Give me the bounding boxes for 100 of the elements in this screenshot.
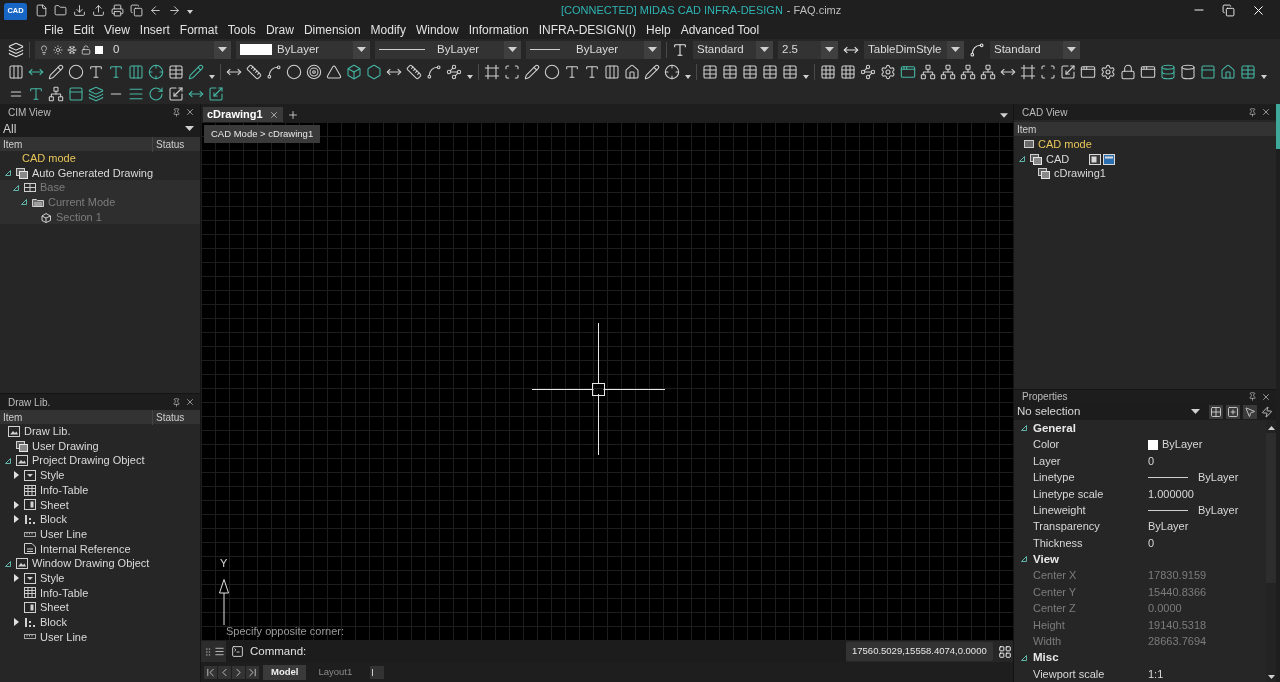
ruler-icon[interactable] (406, 63, 422, 80)
expanded-arrow-icon[interactable] (1020, 654, 1027, 661)
menu-icon[interactable] (213, 646, 225, 657)
menu-item[interactable]: Help (641, 20, 676, 39)
tree-item[interactable]: Draw Lib. (24, 424, 71, 440)
tree-item[interactable]: CAD mode (22, 151, 76, 167)
curve-icon[interactable] (969, 41, 985, 58)
collapsed-arrow-icon[interactable] (13, 471, 19, 480)
window-icon[interactable] (1089, 153, 1102, 165)
plus-square-icon[interactable] (1226, 404, 1240, 419)
tree-item[interactable]: Style (40, 467, 65, 484)
tree-item[interactable]: Info-Table (40, 584, 89, 602)
layer-dropdown[interactable]: 0 (35, 40, 231, 59)
menu-item[interactable]: Modify (365, 20, 411, 39)
table-icon[interactable] (782, 63, 798, 80)
caret-icon[interactable] (218, 47, 227, 52)
layers-icon[interactable] (8, 41, 24, 58)
sun-icon[interactable] (53, 44, 63, 55)
expanded-arrow-icon[interactable] (1020, 425, 1027, 432)
pin-icon[interactable] (1248, 392, 1257, 401)
target-icon[interactable] (306, 63, 322, 80)
corner-brackets-icon[interactable] (1040, 63, 1056, 80)
expanded-arrow-icon[interactable] (5, 170, 11, 177)
pin-icon[interactable] (172, 397, 181, 407)
scrollbar-thumb[interactable] (1276, 104, 1280, 149)
collapsed-arrow-icon[interactable] (13, 500, 19, 509)
network-icon[interactable] (920, 63, 936, 80)
grid-icon[interactable] (1209, 404, 1223, 419)
caret-icon[interactable] (648, 47, 657, 52)
overflow-caret-icon[interactable] (803, 74, 809, 79)
table-icon[interactable] (168, 63, 184, 80)
tab-stub-icon[interactable] (370, 665, 385, 679)
menu-item[interactable]: INFRA-DESIGN(I) (533, 20, 641, 39)
next-icon[interactable] (232, 665, 245, 679)
columns-icon[interactable] (8, 63, 24, 80)
caret-icon[interactable] (187, 10, 193, 14)
pin-icon[interactable] (1248, 107, 1257, 117)
columns-icon[interactable] (128, 63, 144, 80)
folder-icon[interactable] (54, 3, 67, 17)
circle-icon[interactable] (544, 63, 560, 80)
table-icon[interactable] (762, 63, 778, 80)
upload-icon[interactable] (92, 3, 105, 17)
nodes-icon[interactable] (860, 63, 876, 80)
collapsed-arrow-icon[interactable] (13, 618, 19, 627)
hash-icon[interactable] (484, 63, 500, 80)
collapsed-arrow-icon[interactable] (13, 574, 19, 583)
curve-icon[interactable] (266, 63, 282, 80)
linetype-dropdown[interactable]: ByLayer (375, 40, 521, 59)
curve-icon[interactable] (426, 63, 442, 80)
caret-icon[interactable] (951, 47, 960, 52)
pencil-icon[interactable] (524, 63, 540, 80)
resize-icon[interactable] (208, 85, 224, 102)
layers-icon[interactable] (88, 85, 104, 102)
resize-icon[interactable] (168, 85, 184, 102)
columns-icon[interactable] (604, 63, 620, 80)
tree-item[interactable]: User Line (40, 628, 88, 646)
ruler-icon[interactable] (246, 63, 262, 80)
menu-item[interactable]: Advanced Tool (675, 20, 765, 39)
grid-icon[interactable] (840, 63, 856, 80)
tree-item[interactable]: Block (40, 511, 67, 528)
unlocked-icon[interactable] (81, 44, 91, 55)
multileader-style-dropdown[interactable]: Standard (990, 40, 1080, 59)
tree-item[interactable]: Project Drawing Object (32, 452, 145, 469)
caret-icon[interactable] (1191, 409, 1200, 414)
scroll-up-icon[interactable] (1267, 426, 1275, 430)
hash-icon[interactable] (1020, 63, 1036, 80)
caret-icon[interactable] (1067, 47, 1076, 52)
dim-style-dropdown[interactable]: TableDimStyle (864, 40, 964, 59)
network-icon[interactable] (960, 63, 976, 80)
pencil-icon[interactable] (48, 63, 64, 80)
menu-item[interactable]: View (99, 20, 135, 39)
corner-brackets-icon[interactable] (504, 63, 520, 80)
menu-item[interactable]: Draw (260, 20, 299, 39)
cube-icon[interactable] (346, 63, 362, 80)
resize-icon[interactable] (1060, 63, 1076, 80)
lineweight-dropdown[interactable]: ByLayer (526, 40, 661, 59)
window-icon[interactable] (1080, 63, 1096, 80)
menu-item[interactable]: File (39, 20, 69, 39)
previous-icon[interactable] (218, 665, 231, 679)
text-icon[interactable] (88, 63, 104, 80)
overflow-caret-icon[interactable] (209, 74, 215, 79)
crosshair-icon[interactable] (148, 63, 164, 80)
circle-icon[interactable] (68, 63, 84, 80)
text-style-dropdown[interactable]: Standard (693, 40, 773, 59)
menu-item[interactable]: Tools (222, 20, 261, 39)
expanded-arrow-icon[interactable] (1020, 556, 1027, 563)
collapsed-arrow-icon[interactable] (13, 515, 19, 524)
tree-item[interactable]: Info-Table (40, 481, 89, 499)
tree-item[interactable]: User Line (40, 525, 88, 543)
network-icon[interactable] (980, 63, 996, 80)
pencil-icon[interactable] (644, 63, 660, 80)
text-icon[interactable] (564, 63, 580, 80)
add-tab-icon[interactable] (286, 108, 299, 121)
caret-icon[interactable] (357, 47, 366, 52)
text-icon[interactable] (108, 63, 124, 80)
database-icon[interactable] (1160, 63, 1176, 80)
tree-item[interactable]: CAD mode (1038, 137, 1092, 153)
tree-item[interactable]: Sheet (40, 599, 69, 616)
snowflake-icon[interactable] (67, 44, 77, 55)
triangle-icon[interactable] (326, 63, 342, 80)
